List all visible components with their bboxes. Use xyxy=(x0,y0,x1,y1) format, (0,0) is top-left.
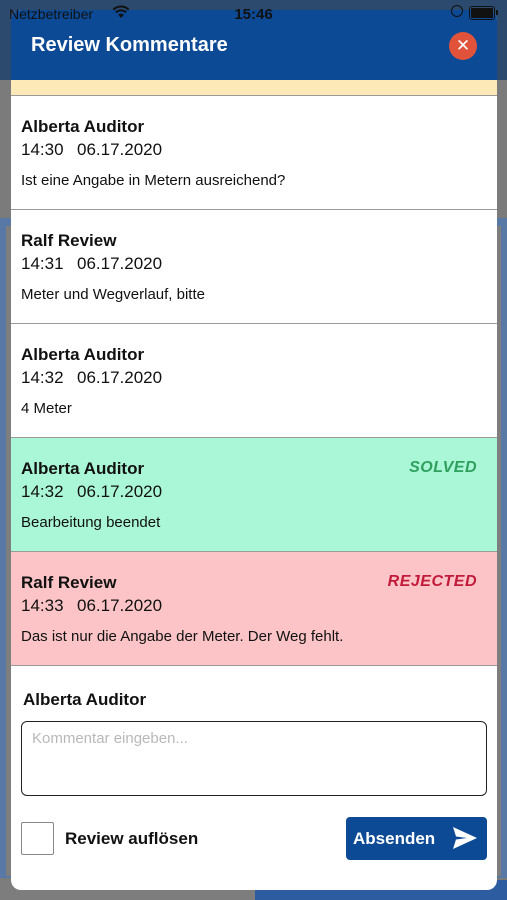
comment-item: Alberta Auditor 14:32 06.17.2020 4 Meter xyxy=(11,324,497,438)
comment-text: Ist eine Angabe in Metern ausreichend? xyxy=(21,172,286,189)
comment-date: 06.17.2020 xyxy=(77,254,163,273)
comment-date: 06.17.2020 xyxy=(77,596,163,615)
status-time: 15:46 xyxy=(234,6,273,23)
comment-item-rejected: Ralf Review REJECTED 14:33 06.17.2020 Da… xyxy=(11,552,497,666)
comment-time: 14:32 xyxy=(21,368,64,387)
close-icon: ✕ xyxy=(455,36,471,55)
resolve-review-label[interactable]: Review auflösen xyxy=(65,829,198,849)
comment-author: Alberta Auditor xyxy=(21,117,145,136)
comment-item: Ralf Review 14:31 06.17.2020 Meter und W… xyxy=(11,210,497,324)
partial-comment-item xyxy=(11,80,497,96)
comment-author: Alberta Auditor xyxy=(21,459,145,478)
comment-time: 14:32 xyxy=(21,482,64,501)
status-badge-solved: SOLVED xyxy=(409,459,477,476)
comment-list[interactable]: Alberta Auditor 14:30 06.17.2020 Ist ein… xyxy=(11,80,497,666)
resolve-review-checkbox[interactable] xyxy=(21,822,54,855)
status-badge-rejected: REJECTED xyxy=(387,573,477,590)
orientation-lock-icon xyxy=(451,5,463,17)
comment-text: 4 Meter xyxy=(21,400,72,417)
comment-time: 14:33 xyxy=(21,596,64,615)
comment-date: 06.17.2020 xyxy=(77,482,163,501)
comment-date: 06.17.2020 xyxy=(77,368,163,387)
comment-author: Ralf Review xyxy=(21,231,117,250)
comment-item-solved: Alberta Auditor SOLVED 14:32 06.17.2020 … xyxy=(11,438,497,552)
comment-text: Bearbeitung beendet xyxy=(21,514,161,531)
comment-author: Ralf Review xyxy=(21,573,117,592)
comment-input[interactable] xyxy=(21,721,487,796)
comment-text: Meter und Wegverlauf, bitte xyxy=(21,286,205,303)
comment-time: 14:31 xyxy=(21,254,64,273)
comment-text: Das ist nur die Angabe der Meter. Der We… xyxy=(21,628,344,645)
send-button-label: Absenden xyxy=(353,829,436,848)
comment-time: 14:30 xyxy=(21,140,64,159)
close-button[interactable]: ✕ xyxy=(449,32,477,60)
send-button[interactable]: Absenden xyxy=(346,817,487,860)
review-comments-modal: Review Kommentare ✕ Alberta Auditor 14:3… xyxy=(11,10,497,890)
send-icon xyxy=(453,827,477,849)
compose-author: Alberta Auditor xyxy=(23,690,147,709)
status-bar: Netzbetreiber 15:46 xyxy=(0,0,507,28)
comment-item: Alberta Auditor 14:30 06.17.2020 Ist ein… xyxy=(11,96,497,210)
comment-author: Alberta Auditor xyxy=(21,345,145,364)
battery-icon xyxy=(469,6,498,20)
comment-date: 06.17.2020 xyxy=(77,140,163,159)
modal-title: Review Kommentare xyxy=(31,34,228,56)
